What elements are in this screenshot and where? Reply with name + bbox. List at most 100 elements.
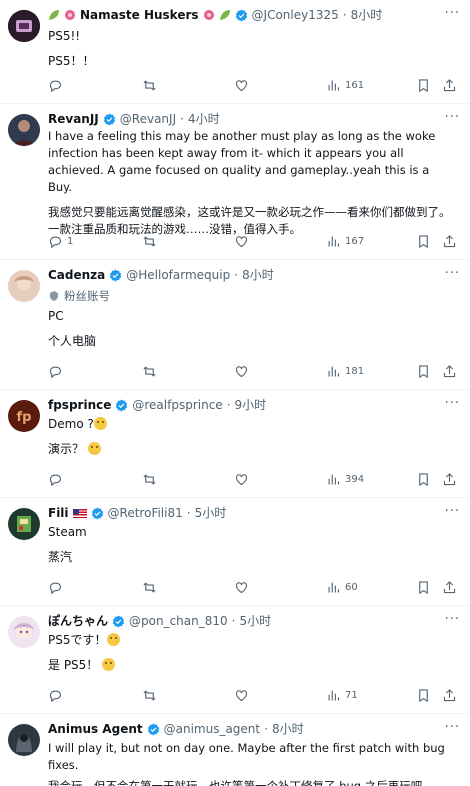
reply-button[interactable] bbox=[48, 78, 63, 93]
avatar[interactable] bbox=[8, 270, 40, 302]
avatar[interactable] bbox=[8, 724, 40, 756]
post-time[interactable]: 5小时 bbox=[239, 612, 271, 630]
reply-button[interactable] bbox=[48, 688, 63, 703]
action-bar: 181 bbox=[48, 364, 458, 384]
user-handle[interactable]: @realfpsprince bbox=[132, 396, 222, 414]
bookmark-button[interactable] bbox=[416, 688, 431, 703]
more-options-icon[interactable]: ··· bbox=[445, 6, 460, 21]
post-text-original: PS5です！ bbox=[48, 633, 107, 647]
share-button[interactable] bbox=[442, 580, 457, 595]
repost-button[interactable] bbox=[142, 234, 157, 249]
reply-button[interactable] bbox=[48, 472, 63, 487]
share-button[interactable] bbox=[442, 364, 457, 379]
share-button[interactable] bbox=[442, 78, 457, 93]
user-handle[interactable]: @RetroFili81 bbox=[108, 504, 183, 522]
avatar[interactable] bbox=[8, 114, 40, 146]
repost-button[interactable] bbox=[142, 472, 157, 487]
reply-post[interactable]: ぽんちゃん @pon_chan_810 · 5小时 ··· PS5です！ 是 P… bbox=[0, 606, 470, 714]
heart-icon bbox=[235, 80, 248, 92]
reply-post[interactable]: RevanJJ @RevanJJ · 4小时 ··· I have a feel… bbox=[0, 104, 470, 260]
more-options-icon[interactable]: ··· bbox=[445, 504, 460, 519]
views-button[interactable]: 167 bbox=[326, 234, 364, 249]
bookmark-button[interactable] bbox=[416, 234, 431, 249]
views-button[interactable]: 71 bbox=[326, 688, 358, 703]
post-time[interactable]: 8小时 bbox=[272, 720, 304, 738]
views-button[interactable]: 394 bbox=[326, 472, 364, 487]
reply-post[interactable]: fp fpsprince @realfpsprince · 9小时 ··· De… bbox=[0, 390, 470, 498]
bookmark-button[interactable] bbox=[416, 364, 431, 379]
avatar[interactable] bbox=[8, 508, 40, 540]
reply-post[interactable]: Animus Agent @animus_agent · 8小时 ··· I w… bbox=[0, 714, 470, 786]
like-button[interactable] bbox=[234, 580, 249, 595]
user-handle[interactable]: @RevanJJ bbox=[120, 110, 176, 128]
flower-emoji-icon bbox=[65, 10, 75, 20]
subscriber-tag[interactable]: 粉丝账号 bbox=[48, 288, 110, 304]
views-count: 181 bbox=[345, 366, 365, 377]
display-name[interactable]: Animus Agent bbox=[48, 720, 143, 738]
views-icon bbox=[328, 474, 340, 485]
user-handle[interactable]: @JConley1325 bbox=[252, 6, 339, 24]
user-handle[interactable]: @pon_chan_810 bbox=[129, 612, 228, 630]
post-text-original: PS5!! bbox=[48, 29, 81, 43]
like-button[interactable] bbox=[234, 78, 249, 93]
post-time[interactable]: 8小时 bbox=[351, 6, 383, 24]
post-text: I will play it, but not on day one. Mayb… bbox=[48, 740, 456, 786]
reply-icon bbox=[49, 474, 62, 487]
repost-button[interactable] bbox=[142, 580, 157, 595]
more-options-icon[interactable]: ··· bbox=[445, 612, 460, 627]
display-name[interactable]: fpsprince bbox=[48, 396, 111, 414]
bookmark-button[interactable] bbox=[416, 78, 431, 93]
post-time[interactable]: 4小时 bbox=[188, 110, 220, 128]
repost-button[interactable] bbox=[142, 78, 157, 93]
action-bar: 1 167 bbox=[48, 234, 458, 254]
bookmark-button[interactable] bbox=[416, 472, 431, 487]
user-handle[interactable]: @Hellofarmequip bbox=[126, 266, 230, 284]
post-time[interactable]: 8小时 bbox=[242, 266, 274, 284]
post-header: Animus Agent @animus_agent · 8小时 bbox=[48, 720, 430, 738]
reply-post[interactable]: Fili @RetroFili81 · 5小时 ··· Steam 蒸汽 60 bbox=[0, 498, 470, 606]
avatar[interactable] bbox=[8, 10, 40, 42]
share-button[interactable] bbox=[442, 688, 457, 703]
post-text: Steam 蒸汽 bbox=[48, 524, 456, 574]
more-options-icon[interactable]: ··· bbox=[445, 266, 460, 281]
reply-button[interactable] bbox=[48, 364, 63, 379]
action-bar: 394 bbox=[48, 472, 458, 492]
display-name[interactable]: RevanJJ bbox=[48, 110, 99, 128]
like-button[interactable] bbox=[234, 688, 249, 703]
display-name[interactable]: Fili bbox=[48, 504, 69, 522]
post-time[interactable]: 9小时 bbox=[235, 396, 267, 414]
views-button[interactable]: 181 bbox=[326, 364, 364, 379]
more-options-icon[interactable]: ··· bbox=[445, 720, 460, 735]
more-options-icon[interactable]: ··· bbox=[445, 110, 460, 125]
views-button[interactable]: 60 bbox=[326, 580, 358, 595]
repost-button[interactable] bbox=[142, 688, 157, 703]
share-button[interactable] bbox=[442, 234, 457, 249]
verified-badge-icon bbox=[147, 723, 159, 735]
reply-button[interactable] bbox=[48, 580, 63, 595]
reply-post[interactable]: Namaste Huskers @JConley1325 · 8小时 ··· P… bbox=[0, 0, 470, 104]
subscriber-label: 粉丝账号 bbox=[64, 289, 110, 303]
display-name[interactable]: Cadenza bbox=[48, 266, 105, 284]
display-name[interactable]: Namaste Huskers bbox=[80, 6, 199, 24]
like-button[interactable] bbox=[234, 364, 249, 379]
share-icon bbox=[443, 473, 456, 486]
post-text-original: I have a feeling this may be another mus… bbox=[48, 129, 436, 194]
like-button[interactable] bbox=[234, 472, 249, 487]
repost-button[interactable] bbox=[142, 364, 157, 379]
like-button[interactable] bbox=[234, 234, 249, 249]
display-name[interactable]: ぽんちゃん bbox=[48, 612, 108, 630]
reply-post[interactable]: Cadenza @Hellofarmequip · 8小时 ··· 粉丝账号 P… bbox=[0, 260, 470, 390]
views-icon bbox=[328, 80, 340, 91]
views-button[interactable]: 161 bbox=[326, 78, 364, 93]
bookmark-button[interactable] bbox=[416, 580, 431, 595]
post-time[interactable]: 5小时 bbox=[195, 504, 227, 522]
leaf-emoji-icon bbox=[219, 10, 230, 20]
more-options-icon[interactable]: ··· bbox=[445, 396, 460, 411]
reply-button[interactable]: 1 bbox=[48, 234, 73, 249]
avatar[interactable] bbox=[8, 616, 40, 648]
avatar[interactable]: fp bbox=[8, 400, 40, 432]
separator-dot: · bbox=[231, 614, 236, 628]
views-icon bbox=[328, 366, 340, 377]
share-button[interactable] bbox=[442, 472, 457, 487]
user-handle[interactable]: @animus_agent bbox=[164, 720, 261, 738]
